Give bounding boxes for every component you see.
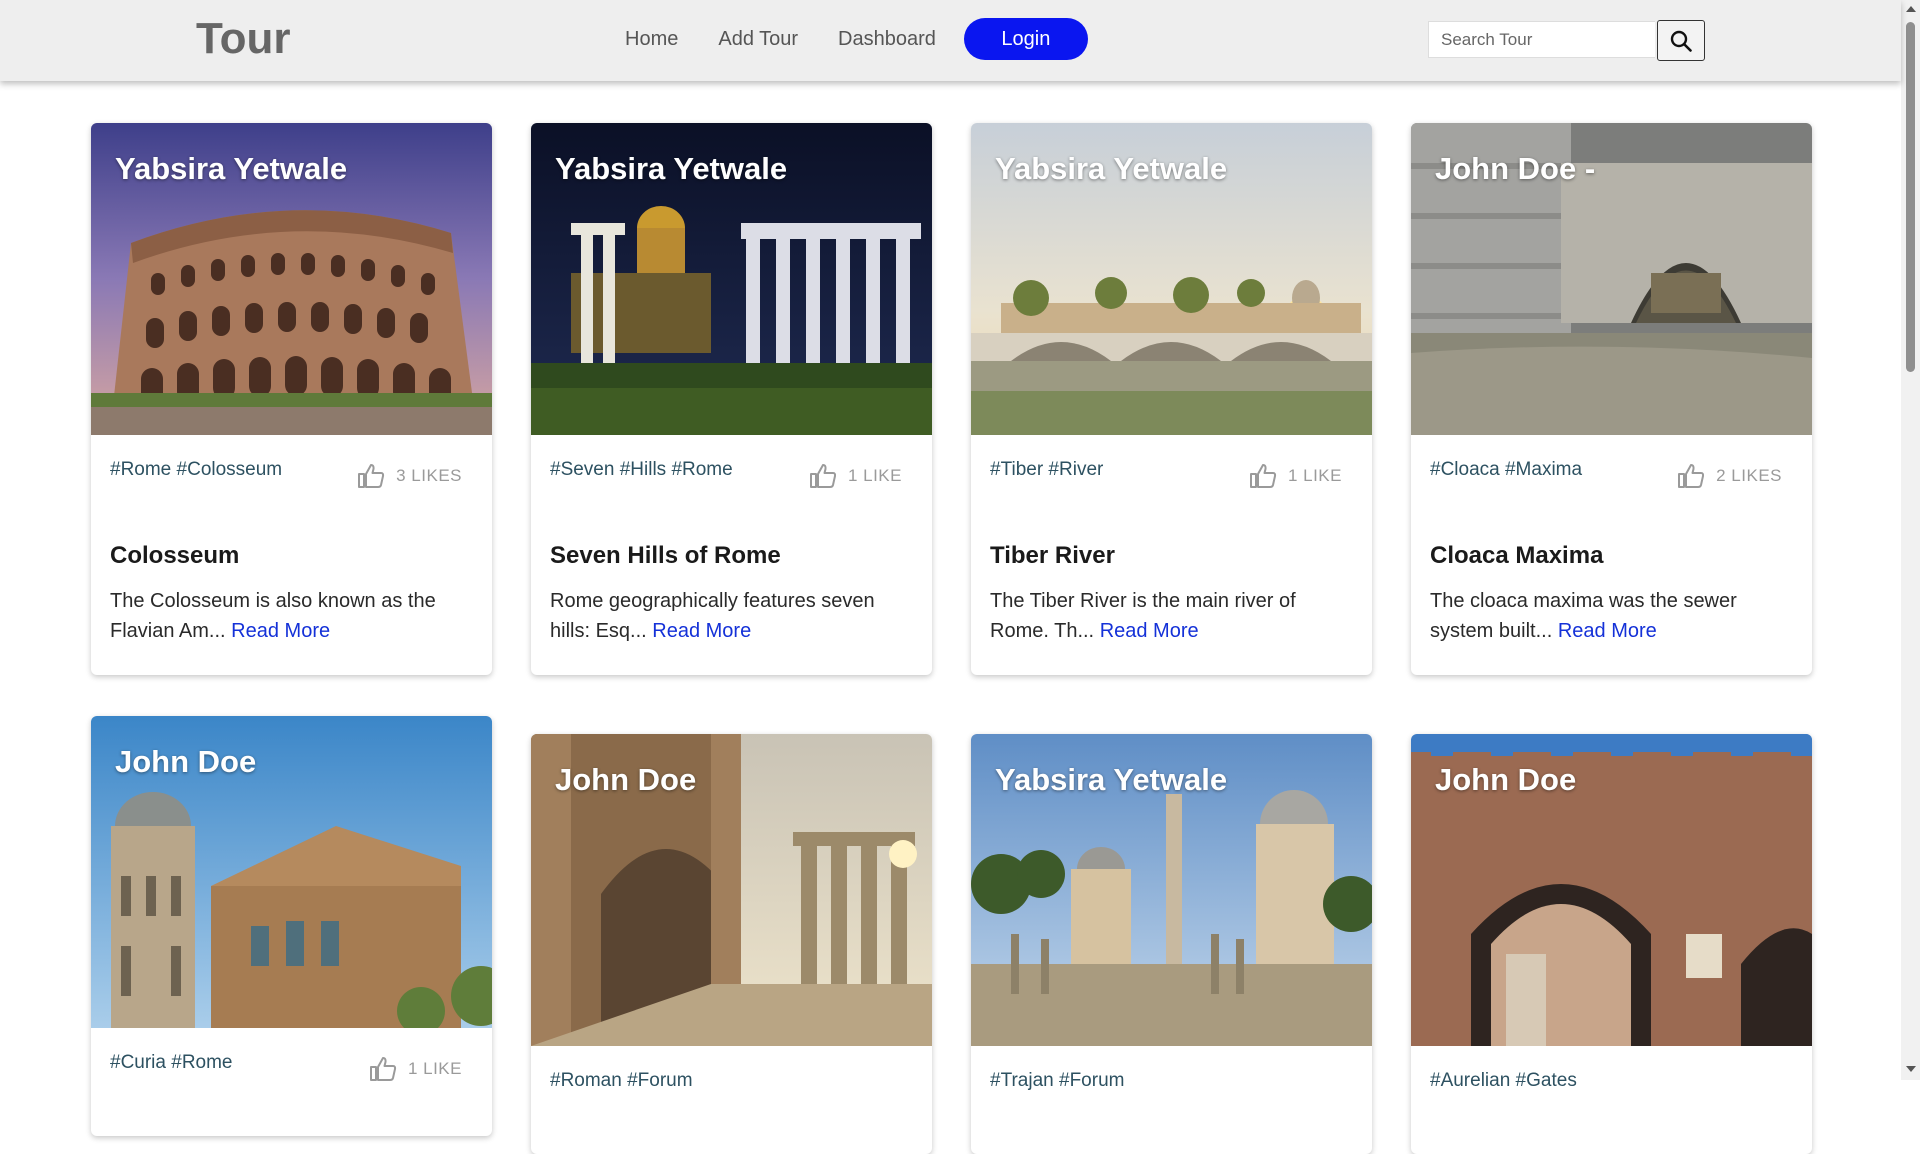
tour-title: Colosseum — [110, 542, 240, 569]
tour-image[interactable]: Yabsira Yetwale — [91, 123, 492, 435]
tour-excerpt: The cloaca maxima was the sewer system b… — [1430, 586, 1795, 646]
tour-card[interactable]: Yabsira Yetwale #Rome #Colosseum 3 LIKES… — [91, 123, 492, 675]
like-counter[interactable]: 2 LIKES — [1677, 463, 1782, 489]
thumbs-up-icon[interactable] — [357, 463, 385, 489]
tour-tags[interactable]: #Rome #Colosseum — [110, 459, 282, 481]
search-button[interactable] — [1657, 20, 1705, 61]
like-counter[interactable]: 1 LIKE — [369, 1056, 462, 1082]
tour-title: Cloaca Maxima — [1430, 542, 1604, 569]
tour-tags[interactable]: #Aurelian #Gates — [1430, 1070, 1577, 1092]
tour-author: John Doe - — [1435, 151, 1596, 186]
nav-add-tour-link[interactable]: Add Tour — [718, 18, 798, 60]
tour-card[interactable]: Yabsira Yetwale #Trajan #Forum — [971, 734, 1372, 1154]
tour-card[interactable]: Yabsira Yetwale #Tiber #River 1 LIKE Tib… — [971, 123, 1372, 675]
tour-excerpt: Rome geographically features seven hills… — [550, 586, 915, 646]
tour-image[interactable]: John Doe — [531, 734, 932, 1046]
read-more-link[interactable]: Read More — [652, 620, 751, 642]
tour-excerpt: The Tiber River is the main river of Rom… — [990, 586, 1355, 646]
thumbs-up-icon[interactable] — [369, 1056, 397, 1082]
tour-image[interactable]: Yabsira Yetwale — [971, 734, 1372, 1046]
tour-card[interactable]: John Doe #Aurelian #Gates — [1411, 734, 1812, 1154]
tour-image[interactable]: Yabsira Yetwale — [531, 123, 932, 435]
like-count: 2 LIKES — [1716, 466, 1782, 485]
nav-home-link[interactable]: Home — [625, 18, 678, 60]
tour-tags[interactable]: #Cloaca #Maxima — [1430, 459, 1582, 481]
tour-author: John Doe — [1435, 762, 1577, 797]
tour-image[interactable]: Yabsira Yetwale — [971, 123, 1372, 435]
like-count: 1 LIKE — [847, 466, 902, 485]
like-count: 1 LIKE — [1287, 466, 1342, 485]
like-counter[interactable]: 1 LIKE — [809, 463, 902, 489]
read-more-link[interactable]: Read More — [231, 620, 330, 642]
tour-author: Yabsira Yetwale — [555, 151, 788, 186]
nav-links: Home Add Tour Dashboard Login — [625, 18, 1088, 60]
search-input[interactable] — [1428, 21, 1655, 58]
like-count: 3 LIKES — [396, 466, 462, 485]
tour-tags[interactable]: #Trajan #Forum — [990, 1070, 1124, 1092]
brand-logo[interactable]: Tour — [196, 14, 291, 64]
page-scrollbar[interactable] — [1901, 0, 1920, 1080]
tour-image[interactable]: John Doe - — [1411, 123, 1812, 435]
tour-author: Yabsira Yetwale — [115, 151, 348, 186]
tour-tags[interactable]: #Curia #Rome — [110, 1052, 233, 1074]
tour-card-grid: Yabsira Yetwale #Rome #Colosseum 3 LIKES… — [0, 0, 1901, 1154]
scroll-up-arrow-icon[interactable] — [1906, 6, 1916, 12]
scroll-down-arrow-icon[interactable] — [1906, 1066, 1916, 1072]
like-counter[interactable]: 1 LIKE — [1249, 463, 1342, 489]
tour-card[interactable]: John Doe #Roman #Forum — [531, 734, 932, 1154]
tour-author: John Doe — [555, 762, 697, 797]
tour-title: Seven Hills of Rome — [550, 542, 781, 569]
tour-tags[interactable]: #Tiber #River — [990, 459, 1103, 481]
thumbs-up-icon[interactable] — [1677, 463, 1705, 489]
tour-card[interactable]: John Doe - #Cloaca #Maxima 2 LIKES Cloac… — [1411, 123, 1812, 675]
navbar: Tour Home Add Tour Dashboard Login — [0, 0, 1901, 81]
search-icon — [1670, 30, 1692, 52]
like-count: 1 LIKE — [407, 1059, 462, 1078]
tour-tags[interactable]: #Roman #Forum — [550, 1070, 693, 1092]
thumbs-up-icon[interactable] — [809, 463, 837, 489]
tour-author: John Doe — [115, 744, 257, 779]
read-more-link[interactable]: Read More — [1558, 620, 1657, 642]
tour-tags[interactable]: #Seven #Hills #Rome — [550, 459, 733, 481]
tour-image[interactable]: John Doe — [91, 716, 492, 1028]
read-more-link[interactable]: Read More — [1100, 620, 1199, 642]
tour-card[interactable]: John Doe #Curia #Rome 1 LIKE — [91, 716, 492, 1136]
tour-card[interactable]: Yabsira Yetwale #Seven #Hills #Rome 1 LI… — [531, 123, 932, 675]
nav-dashboard-link[interactable]: Dashboard — [838, 18, 936, 60]
tour-author: Yabsira Yetwale — [995, 151, 1228, 186]
scroll-thumb[interactable] — [1906, 22, 1915, 372]
tour-author: Yabsira Yetwale — [995, 762, 1228, 797]
tour-excerpt: The Colosseum is also known as the Flavi… — [110, 586, 475, 646]
tour-image[interactable]: John Doe — [1411, 734, 1812, 1046]
login-button[interactable]: Login — [963, 18, 1088, 60]
tour-title: Tiber River — [990, 542, 1115, 569]
thumbs-up-icon[interactable] — [1249, 463, 1277, 489]
like-counter[interactable]: 3 LIKES — [357, 463, 462, 489]
